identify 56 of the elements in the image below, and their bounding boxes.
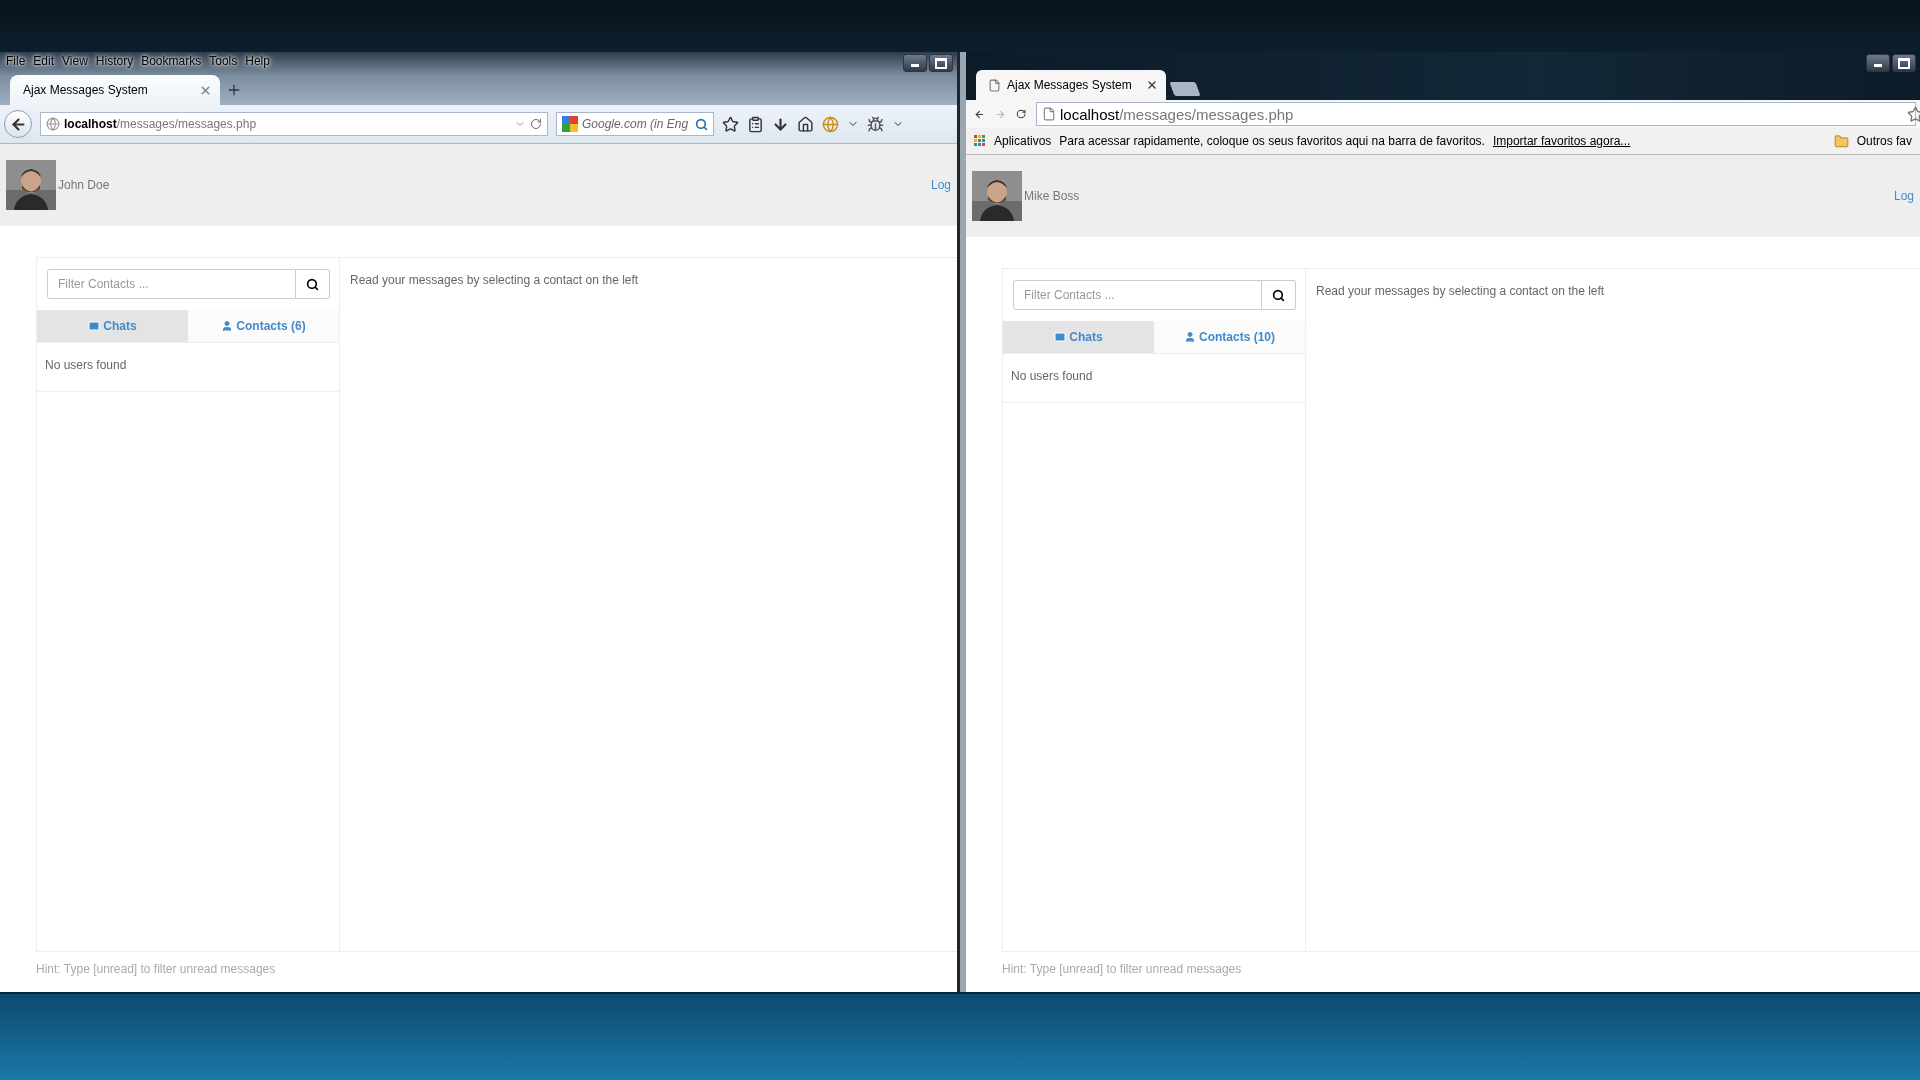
menu-item[interactable]: Help [241, 54, 274, 68]
logout-link[interactable]: Log [1893, 189, 1914, 203]
hint-text: Hint: Type [unread] to filter unread messages [1002, 961, 1243, 978]
download-icon[interactable] [772, 115, 789, 133]
search-engine-icon[interactable] [562, 116, 578, 132]
other-bookmarks[interactable]: Outros fav [1856, 134, 1912, 148]
new-tab-button[interactable] [1169, 82, 1201, 96]
bug-icon[interactable] [867, 115, 884, 133]
empty-message: No users found [1011, 369, 1093, 383]
user-name: Mike Boss [1024, 189, 1081, 203]
browser-tab[interactable]: Ajax Messages System [10, 75, 220, 105]
menu-item[interactable]: Tools [205, 54, 242, 68]
address-bar[interactable]: localhost/messages/messages.php [40, 112, 548, 136]
search-button[interactable] [1262, 280, 1296, 310]
menu-item[interactable]: Edit [29, 54, 59, 68]
menu-item[interactable]: History [91, 54, 138, 68]
list-tab[interactable]: Contacts (6) [188, 310, 339, 342]
envelope-icon [88, 320, 101, 332]
user-icon [221, 320, 234, 332]
close-icon[interactable] [1146, 79, 1158, 91]
user-icon [1184, 331, 1196, 343]
minimize-button[interactable] [903, 54, 927, 72]
bookmarks-tip: Para acessar rapidamente, coloque os seus favoritos aqui na barra de favoritos. [1059, 134, 1485, 148]
page-icon [988, 78, 1001, 92]
filter-field[interactable]: Filter Contacts ... [47, 269, 296, 299]
menu-item[interactable]: Bookmarks [137, 54, 206, 68]
hint-text: Hint: Type [unread] to filter unread messages [36, 961, 277, 978]
apps-grid-icon[interactable] [974, 135, 986, 147]
search-button[interactable] [296, 269, 330, 299]
back-button[interactable] [4, 110, 32, 138]
list-tab[interactable]: Chats [37, 310, 188, 342]
list-tab[interactable]: Contacts (10) [1154, 321, 1305, 353]
menu-item[interactable]: File [2, 54, 30, 68]
user-name: John Doe [58, 178, 111, 192]
search-field[interactable]: Google.com (in Eng [556, 112, 714, 136]
search-icon [306, 277, 319, 291]
maximize-button[interactable] [1892, 54, 1916, 72]
menu-item[interactable]: View [58, 54, 92, 68]
envelope-icon [1054, 331, 1067, 343]
bookmark-star-icon[interactable] [722, 115, 739, 133]
instruction-text: Read your messages by selecting a contact on the left [1316, 284, 1605, 298]
import-bookmarks-link[interactable]: Importar favoritos agora... [1492, 134, 1631, 148]
minimize-button[interactable] [1866, 54, 1890, 72]
home-icon[interactable] [797, 115, 814, 133]
search-icon [1272, 288, 1285, 302]
logout-link[interactable]: Log [930, 178, 951, 192]
list-tab[interactable]: Chats [1003, 321, 1154, 353]
new-tab-icon[interactable] [226, 82, 242, 98]
browser-tab[interactable]: Ajax Messages System [976, 70, 1166, 100]
apps-shortcut[interactable]: Aplicativos [994, 134, 1052, 148]
bookmarks-list-icon[interactable] [747, 115, 764, 133]
maximize-button[interactable] [929, 54, 953, 72]
instruction-text: Read your messages by selecting a contact on the left [350, 273, 639, 287]
empty-message: No users found [45, 358, 127, 372]
filter-field[interactable]: Filter Contacts ... [1013, 280, 1262, 310]
search-icon[interactable] [695, 117, 708, 131]
